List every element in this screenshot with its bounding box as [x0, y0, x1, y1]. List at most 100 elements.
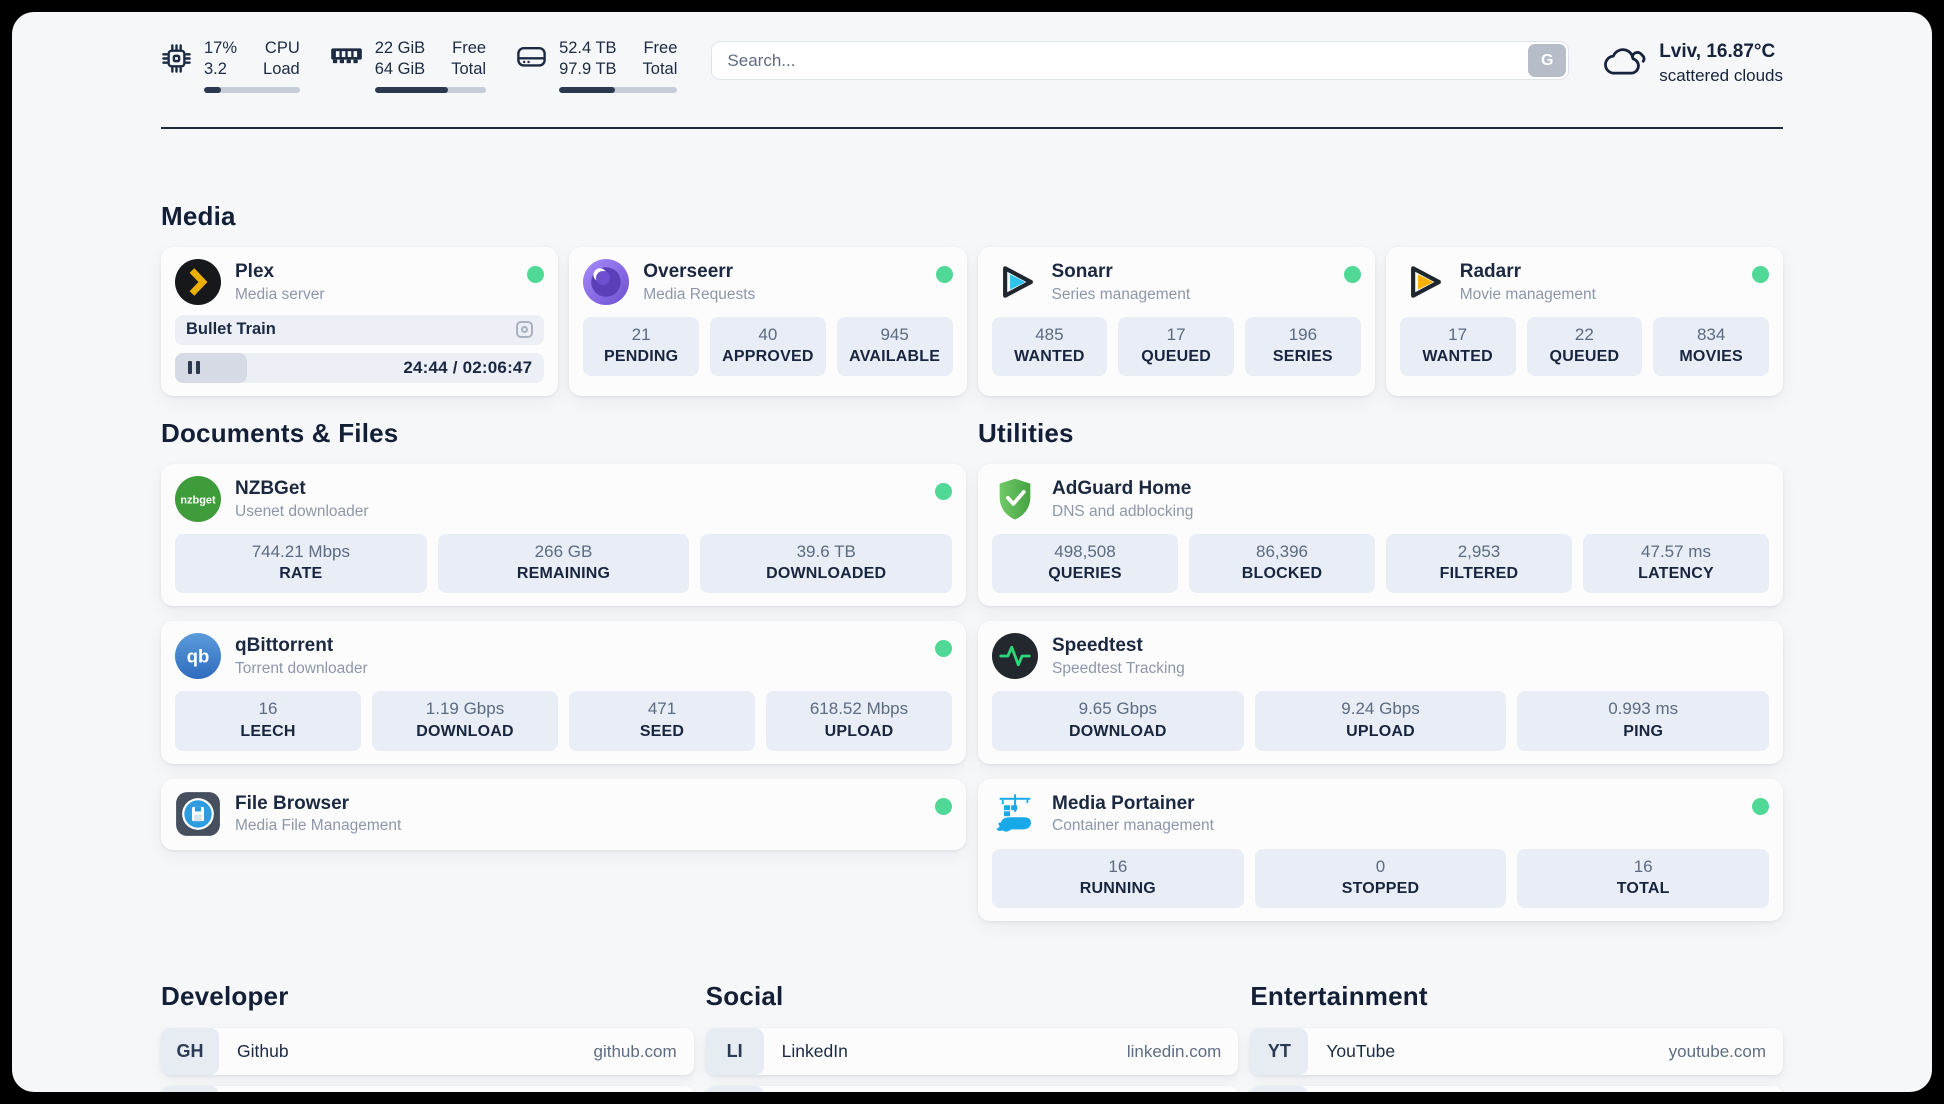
plex-card[interactable]: Plex Media server Bullet Train 24:44 / 0… — [161, 246, 559, 396]
cpu-percent: 17% — [204, 39, 238, 57]
memory-total-label: Total — [451, 60, 487, 79]
cpu-stat: 17% 3.2 CPU Load — [161, 38, 300, 93]
status-dot — [1752, 265, 1769, 283]
stat-box: 618.52 Mbps UPLOAD — [766, 691, 952, 751]
weather-condition: scattered clouds — [1659, 65, 1783, 85]
bookmark-twitter[interactable]: TW Twitter twitter.com — [705, 1086, 1239, 1092]
search-engine-button[interactable]: G — [1528, 44, 1567, 77]
stat-box: 9.65 Gbps DOWNLOAD — [992, 691, 1244, 751]
disk-progress-bar — [559, 86, 678, 93]
filebrowser-card[interactable]: File Browser Media File Management — [161, 778, 966, 850]
bookmark-linkedin[interactable]: LI LinkedIn linkedin.com — [705, 1028, 1239, 1076]
app-name: Sonarr — [1051, 260, 1113, 282]
app-subtitle: Media Requests — [643, 285, 756, 303]
bookmark-youtube[interactable]: YT YouTube youtube.com — [1250, 1028, 1783, 1076]
memory-free-label: Free — [452, 39, 487, 57]
app-name: AdGuard Home — [1052, 477, 1192, 499]
overseerr-card[interactable]: Overseerr Media Requests 21 PENDING 40 A… — [569, 246, 967, 396]
disk-total-label: Total — [642, 60, 678, 79]
portainer-icon — [992, 791, 1038, 837]
section-title-utilities: Utilities — [978, 417, 1074, 448]
bookmark-abbr: GH — [161, 1028, 219, 1076]
app-subtitle: DNS and adblocking — [1052, 502, 1194, 520]
app-subtitle: Usenet downloader — [235, 502, 369, 520]
search-bar: G — [711, 41, 1570, 80]
top-bar: 17% 3.2 CPU Load 22 GiB 64 GiB Free Tota… — [161, 12, 1783, 93]
disk-free-value: 52.4 TB — [559, 39, 617, 57]
dashboard-panel: 17% 3.2 CPU Load 22 GiB 64 GiB Free Tota… — [12, 12, 1932, 1092]
memory-icon — [330, 43, 363, 93]
status-dot — [935, 265, 953, 283]
cpu-load-value: 3.2 — [204, 60, 227, 79]
adguard-card[interactable]: AdGuard Home DNS and adblocking 498,508 … — [978, 463, 1783, 607]
disk-stat: 52.4 TB 97.9 TB Free Total — [516, 38, 678, 93]
bookmark-github[interactable]: GH Github github.com — [161, 1028, 694, 1076]
stat-box: 485 WANTED — [991, 316, 1108, 377]
nzbget-card[interactable]: nzbget NZBGet Usenet downloader 744.21 M… — [161, 463, 966, 607]
bookmark-abbr: LI — [705, 1028, 764, 1076]
section-title-media: Media — [161, 200, 236, 231]
search-input[interactable] — [711, 41, 1570, 80]
stat-box: 498,508 QUERIES — [992, 533, 1178, 594]
filebrowser-icon — [175, 791, 221, 837]
qbittorrent-card[interactable]: qb qBittorrent Torrent downloader 16 LEE… — [161, 621, 966, 764]
adguard-icon — [992, 476, 1038, 522]
stat-box: 16 LEECH — [175, 691, 361, 751]
stat-box: 945 AVAILABLE — [836, 316, 953, 377]
stat-box: 0.993 ms PING — [1517, 691, 1770, 751]
portainer-card[interactable]: Media Portainer Container management 16 … — [978, 778, 1783, 922]
stat-box: 471 SEED — [569, 691, 755, 751]
bookmark-netflix[interactable]: NF Netflix netflix.com — [1250, 1086, 1783, 1092]
stat-box: 21 PENDING — [583, 316, 699, 377]
app-subtitle: Movie management — [1459, 285, 1596, 303]
bookmark-abbr: NF — [1250, 1086, 1309, 1092]
bookmark-abbr: TW — [705, 1086, 764, 1092]
section-title-developer: Developer — [161, 981, 289, 1012]
weather-widget: Lviv, 16.87°C scattered clouds — [1603, 40, 1783, 87]
memory-progress-bar — [374, 86, 487, 93]
now-playing-title: Bullet Train — [186, 320, 276, 339]
status-dot — [1343, 265, 1361, 283]
stat-box: 2,953 FILTERED — [1386, 533, 1572, 594]
header-divider — [161, 126, 1783, 129]
stat-box: 744.21 Mbps RATE — [175, 533, 427, 594]
sonarr-card[interactable]: Sonarr Series management 485 WANTED 17 Q… — [977, 246, 1375, 396]
app-subtitle: Torrent downloader — [235, 659, 368, 677]
radarr-card[interactable]: Radarr Movie management 17 WANTED 22 QUE… — [1385, 246, 1783, 396]
playback-progress: 24:44 / 02:06:47 — [175, 352, 545, 383]
stat-box: 16 TOTAL — [1517, 848, 1770, 909]
app-name: qBittorrent — [235, 635, 334, 657]
stat-box: 266 GB REMAINING — [437, 533, 690, 594]
app-name: Radarr — [1459, 260, 1521, 282]
disk-free-label: Free — [643, 39, 678, 57]
app-name: NZBGet — [235, 477, 306, 499]
app-name: File Browser — [235, 792, 350, 814]
svg-text:nzbget: nzbget — [180, 494, 216, 506]
cpu-load-label: Load — [263, 60, 300, 79]
stat-box: 834 MOVIES — [1653, 316, 1769, 377]
stat-box: 86,396 BLOCKED — [1189, 533, 1375, 594]
status-dot — [935, 482, 952, 500]
app-name: Plex — [235, 260, 275, 282]
cloud-icon — [1603, 44, 1647, 83]
stat-box: 1.19 Gbps DOWNLOAD — [372, 691, 558, 751]
status-dot — [935, 797, 952, 815]
cpu-progress-bar — [204, 86, 300, 93]
speedtest-card[interactable]: Speedtest Speedtest Tracking 9.65 Gbps D… — [978, 621, 1783, 764]
weather-location-temp: Lviv, 16.87°C — [1659, 41, 1776, 62]
stat-box: 17 WANTED — [1399, 316, 1516, 377]
overseerr-icon — [583, 258, 630, 305]
hard-drive-icon — [516, 43, 547, 93]
cpu-label: CPU — [264, 39, 300, 57]
pause-icon — [188, 361, 200, 375]
app-name: Speedtest — [1052, 635, 1143, 657]
stat-box: 9.24 Gbps UPLOAD — [1254, 691, 1507, 751]
section-title-documents: Documents & Files — [161, 417, 399, 448]
section-title-social: Social — [705, 981, 784, 1012]
playback-time: 24:44 / 02:06:47 — [403, 357, 533, 377]
bookmark-abbr: YT — [1250, 1028, 1309, 1076]
disk-total-value: 97.9 TB — [559, 60, 617, 79]
bookmark-stackoverflow[interactable]: SO StackOverflow stackoverflow.com — [161, 1086, 694, 1092]
stat-box: 47.57 ms LATENCY — [1583, 533, 1769, 594]
app-name: Media Portainer — [1052, 792, 1195, 814]
